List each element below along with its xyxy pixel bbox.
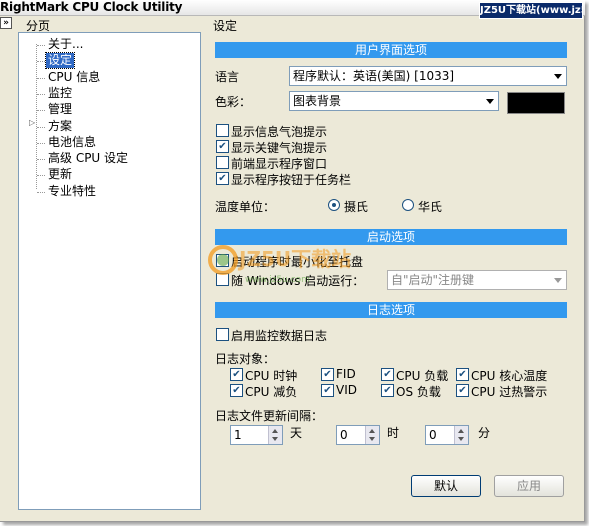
hours-value: 0 [340, 428, 348, 442]
log-interval-label: 日志文件更新间隔： [215, 409, 324, 423]
log-cpu-load-checkbox[interactable] [381, 368, 394, 381]
arrow-down-icon[interactable] [369, 437, 375, 441]
log-vid-label: VID [336, 383, 357, 397]
tree-item[interactable]: 专业特性 [46, 184, 98, 199]
spin-buttons[interactable] [268, 426, 282, 444]
fahrenheit-radio[interactable] [402, 199, 414, 211]
log-os-load-checkbox[interactable] [381, 384, 394, 397]
tree-item[interactable]: 电池信息 [46, 135, 98, 150]
tree-item[interactable]: 设定 [44, 52, 76, 69]
tree-branch [37, 61, 45, 62]
color-target-select[interactable]: 图表背景 [289, 91, 499, 111]
show-info-tooltips-checkbox[interactable] [216, 124, 229, 137]
always-on-top-checkbox[interactable] [216, 156, 229, 169]
minutes-unit-label: 分 [478, 426, 491, 440]
show-info-tooltips-label: 显示信息气泡提示 [231, 125, 328, 139]
spin-buttons[interactable] [454, 426, 468, 444]
spin-buttons[interactable] [365, 426, 379, 444]
apply-button[interactable]: 应用 [494, 475, 564, 497]
arrow-down-icon[interactable] [458, 437, 464, 441]
color-swatch[interactable] [507, 92, 565, 114]
chevron-down-icon [554, 74, 562, 79]
tree-item[interactable]: 监控 [46, 86, 74, 101]
minutes-stepper[interactable]: 0 [425, 425, 469, 445]
arrow-up-icon[interactable] [272, 429, 278, 433]
days-stepper[interactable]: 1 [230, 425, 283, 445]
ui-options-header: 用户界面选项 [215, 42, 567, 58]
arrow-up-icon[interactable] [369, 429, 375, 433]
celsius-label: 摄氏 [344, 200, 369, 214]
tree-branch [37, 143, 45, 144]
days-unit-label: 天 [290, 426, 303, 440]
log-core-temp-label: CPU 核心温度 [471, 369, 548, 383]
autorun-method-select[interactable]: 自"启动"注册键 [387, 270, 567, 290]
autorun-method-value: 自"启动"注册键 [391, 273, 475, 287]
log-fid-checkbox[interactable] [321, 368, 334, 381]
log-fid-label: FID [336, 367, 356, 381]
log-os-load-label: OS 负载 [396, 385, 441, 399]
hours-stepper[interactable]: 0 [336, 425, 380, 445]
fahrenheit-label: 华氏 [418, 200, 443, 214]
tree-guide [36, 44, 37, 189]
log-targets-label: 日志对象： [215, 352, 276, 366]
log-cpu-clock-checkbox[interactable] [230, 368, 243, 381]
tree-branch [37, 127, 45, 128]
tree-branch [37, 110, 45, 111]
tree-item[interactable]: 更新 [46, 167, 74, 182]
autorun-checkbox[interactable] [216, 273, 229, 286]
celsius-radio[interactable] [328, 199, 340, 211]
minimize-on-start-checkbox[interactable] [216, 254, 229, 267]
days-value: 1 [234, 428, 242, 442]
language-label: 语言 [215, 70, 240, 84]
taskbar-button-label: 显示程序按钮于任务栏 [231, 173, 352, 187]
show-key-tooltips-label: 显示关键气泡提示 [231, 141, 328, 155]
taskbar-button-checkbox[interactable] [216, 172, 229, 185]
tree-branch [37, 192, 45, 193]
startup-options-header: 启动选项 [215, 229, 567, 245]
tree-branch [37, 45, 45, 46]
arrow-up-icon[interactable] [458, 429, 464, 433]
color-target-value: 图表背景 [293, 94, 342, 108]
log-cpu-throttle-label: CPU 减负 [245, 385, 298, 399]
always-on-top-label: 前端显示程序窗口 [231, 157, 328, 171]
log-vid-checkbox[interactable] [321, 384, 334, 397]
minutes-value: 0 [429, 428, 437, 442]
minimize-on-start-label: 启动程序时最小化至托盘 [231, 255, 364, 269]
temperature-unit-label: 温度单位： [215, 200, 276, 214]
expand-triangle-icon[interactable]: ▷ [29, 118, 35, 127]
tree-branch [37, 78, 45, 79]
double-chevron-right-icon[interactable]: » [0, 17, 12, 29]
tree-branch [37, 94, 45, 95]
hours-unit-label: 时 [387, 426, 400, 440]
default-button[interactable]: 默认 [411, 475, 481, 497]
tree-item[interactable]: 管理 [46, 102, 74, 117]
language-value: 程序默认：英语(美国) [1033] [293, 69, 455, 83]
chevron-down-icon [486, 99, 494, 104]
log-options-header: 日志选项 [215, 302, 567, 318]
enable-logging-checkbox[interactable] [216, 328, 229, 341]
tree-item[interactable]: CPU 信息 [46, 70, 102, 85]
enable-logging-label: 启用监控数据日志 [231, 329, 328, 343]
chevron-down-icon [554, 278, 562, 283]
log-cpu-throttle-checkbox[interactable] [230, 384, 243, 397]
watermark-banner: JZ5U下载站(www.jz5u.com) [479, 2, 583, 19]
log-core-temp-checkbox[interactable] [456, 368, 469, 381]
language-select[interactable]: 程序默认：英语(美国) [1033] [289, 66, 567, 86]
tree-item[interactable]: 方案 [46, 119, 74, 134]
window-title: RightMark CPU Clock Utility [0, 0, 183, 14]
page-title: 设定 [213, 19, 238, 33]
tree-branch [37, 159, 45, 160]
autorun-label: 随 Windows 启动运行： [231, 274, 365, 288]
log-cpu-load-label: CPU 负载 [396, 369, 449, 383]
show-key-tooltips-checkbox[interactable] [216, 140, 229, 153]
log-overheat-label: CPU 过热警示 [471, 385, 548, 399]
arrow-down-icon[interactable] [272, 437, 278, 441]
tree-branch [37, 175, 45, 176]
tree-item[interactable]: 关于... [46, 37, 85, 52]
log-cpu-clock-label: CPU 时钟 [245, 369, 298, 383]
tree-item[interactable]: 高级 CPU 设定 [46, 151, 130, 166]
color-label: 色彩： [215, 95, 252, 109]
log-overheat-checkbox[interactable] [456, 384, 469, 397]
